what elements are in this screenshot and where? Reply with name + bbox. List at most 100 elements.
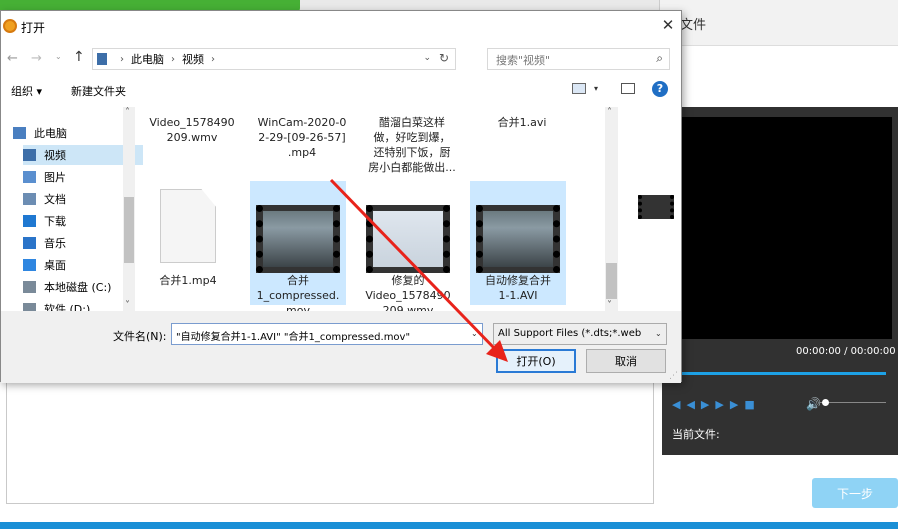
stop-icon[interactable]: ■ [744, 398, 760, 411]
chevron-down-icon[interactable]: ⌄ [423, 53, 431, 63]
app-logo-icon [3, 19, 17, 33]
view-dropdown-icon[interactable]: ▾ [594, 84, 598, 93]
file-view: Video_1578490 209.wmv WinCam-2020-0 2-29-… [136, 107, 618, 311]
rewind-icon[interactable]: ◀◀ [672, 398, 701, 411]
scroll-up-icon[interactable]: ˄ [125, 107, 130, 118]
chevron-down-icon[interactable]: ⌄ [471, 329, 478, 338]
music-icon [23, 237, 36, 249]
file-name: 醋溜白菜这样 做，好吃到爆， 还特别下饭，厨 房小白都能做出... [368, 116, 456, 174]
download-icon [23, 215, 36, 227]
sidebar-item[interactable]: 此电脑 [13, 123, 133, 143]
drive-c-icon [23, 281, 36, 293]
file-item[interactable]: 醋溜白菜这样 做，好吃到爆， 还特别下饭，厨 房小白都能做出... [364, 115, 460, 175]
playback-controls: ◀◀▶▶▶■ [672, 398, 761, 411]
pc-icon [13, 127, 26, 139]
file-item[interactable]: 修复的 Video_1578490 209.wmv [360, 181, 456, 311]
folder-path-icon [97, 53, 107, 65]
volume-slider[interactable] [820, 402, 886, 403]
documents-icon [23, 193, 36, 205]
file-name: 合并1.mp4 [159, 274, 217, 287]
document-icon [160, 189, 216, 263]
playback-progress-bar[interactable] [672, 372, 886, 375]
scroll-down-icon[interactable]: ˅ [125, 300, 130, 311]
search-input[interactable]: 搜索"视频" ⌕ [487, 48, 670, 70]
current-file-label: 当前文件: [672, 428, 720, 441]
breadcrumb-separator: › [211, 53, 215, 65]
file-name: 合并 1_compressed. mov [256, 274, 340, 311]
file-item[interactable]: 自动修复合并 1-1.AVI [470, 181, 566, 305]
pictures-icon [23, 171, 36, 183]
scroll-down-icon[interactable]: ˅ [607, 300, 612, 311]
file-name: 修复的 Video_1578490 209.wmv [365, 274, 451, 311]
file-name: WinCam-2020-0 2-29-[09-26-57] .mp4 [257, 116, 347, 159]
recent-locations-icon[interactable]: ⌄ [55, 52, 62, 61]
file-view-scroll-thumb[interactable] [606, 263, 617, 299]
video-thumbnail-icon [638, 195, 674, 219]
scroll-up-icon[interactable]: ˄ [607, 107, 612, 118]
sidebar-item-label: 此电脑 [34, 127, 67, 140]
volume-icon[interactable]: 🔊 [806, 397, 821, 411]
chevron-down-icon[interactable]: ⌄ [655, 329, 662, 338]
sidebar-item-label: 本地磁盘 (C:) [44, 281, 112, 294]
sidebar-item-label: 视频 [44, 149, 66, 162]
sidebar-item-label: 文档 [44, 193, 66, 206]
dialog-footer [1, 311, 681, 383]
cancel-button[interactable]: 取消 [586, 349, 666, 373]
file-list-panel [6, 382, 654, 504]
video-thumbnail-icon [476, 205, 560, 273]
file-item[interactable]: Video_1578490 209.wmv [144, 115, 240, 145]
video-preview-area [680, 117, 892, 339]
file-type-select[interactable]: All Support Files (*.dts;*.web [493, 323, 667, 345]
sidebar-item-label: 桌面 [44, 259, 66, 272]
open-button[interactable]: 打开(O) [496, 349, 576, 373]
close-button[interactable]: ✕ [657, 15, 679, 35]
thumbnail-image [263, 211, 333, 267]
dialog-title: 打开 [21, 21, 46, 35]
desktop-icon [23, 259, 36, 271]
sidebar-item-label: 音乐 [44, 237, 66, 250]
breadcrumb-this-pc[interactable]: 此电脑 [131, 51, 164, 67]
resize-grip-icon[interactable]: ⋰ [669, 371, 678, 381]
refresh-icon[interactable]: ↻ [439, 51, 449, 65]
file-item[interactable]: 合并1.avi [474, 115, 570, 130]
search-placeholder: 搜索"视频" [496, 54, 551, 67]
file-item[interactable]: 合并 1_compressed. mov [250, 181, 346, 311]
panel-title: 文件 [680, 18, 707, 33]
open-file-dialog: 打开 ✕ ← → ⌄ ↑ › 此电脑 › 视频 › ⌄ ↻ 搜索"视频" ⌕ 组… [0, 10, 682, 383]
app-footer-bar [0, 522, 898, 529]
back-arrow-icon[interactable]: ← [7, 51, 18, 66]
next-step-button[interactable]: 下一步 [812, 478, 898, 508]
play-icon[interactable]: ▶ [701, 398, 715, 411]
thumbnail-image [373, 211, 443, 267]
breadcrumb-separator: › [120, 53, 124, 65]
forward-arrow-icon[interactable]: → [31, 51, 42, 66]
file-item[interactable]: 合并1.mp4 [140, 181, 236, 305]
organize-menu[interactable]: 组织 ▾ [11, 83, 42, 99]
breadcrumb-videos[interactable]: 视频 [182, 51, 204, 67]
sidebar-item-label: 下载 [44, 215, 66, 228]
address-bar[interactable]: › 此电脑 › 视频 › ⌄ ↻ [92, 48, 456, 70]
sidebar-scroll-thumb[interactable] [124, 197, 134, 263]
search-icon[interactable]: ⌕ [656, 51, 663, 66]
filename-label: 文件名(N): [113, 330, 167, 343]
view-mode-icon[interactable] [572, 83, 586, 94]
new-folder-button[interactable]: 新建文件夹 [71, 83, 126, 99]
help-icon[interactable]: ? [652, 81, 668, 97]
file-name: 合并1.avi [497, 116, 547, 129]
time-display: 00:00:00 / 00:00:00 [796, 346, 896, 357]
thumbnail-image [483, 211, 553, 267]
filename-input[interactable]: "自动修复合并1-1.AVI" "合并1_compressed.mov" [171, 323, 483, 345]
video-thumbnail-icon [256, 205, 340, 273]
navigation-pane: 此电脑 视频 图片 文档 下载 音乐 桌面 本地磁盘 (C:) 软件 (D:) [3, 107, 143, 316]
breadcrumb-separator: › [171, 53, 175, 65]
up-arrow-icon[interactable]: ↑ [73, 49, 85, 65]
file-name: Video_1578490 209.wmv [149, 116, 235, 144]
video-thumbnail-icon [366, 205, 450, 273]
volume-slider-handle[interactable] [822, 399, 829, 406]
preview-pane-icon[interactable] [621, 83, 635, 94]
fast-forward-icon[interactable]: ▶▶ [715, 398, 744, 411]
file-name: 自动修复合并 1-1.AVI [485, 274, 551, 302]
sidebar-item-label: 图片 [44, 171, 66, 184]
file-item[interactable]: WinCam-2020-0 2-29-[09-26-57] .mp4 [254, 115, 350, 160]
video-folder-icon [23, 149, 36, 161]
